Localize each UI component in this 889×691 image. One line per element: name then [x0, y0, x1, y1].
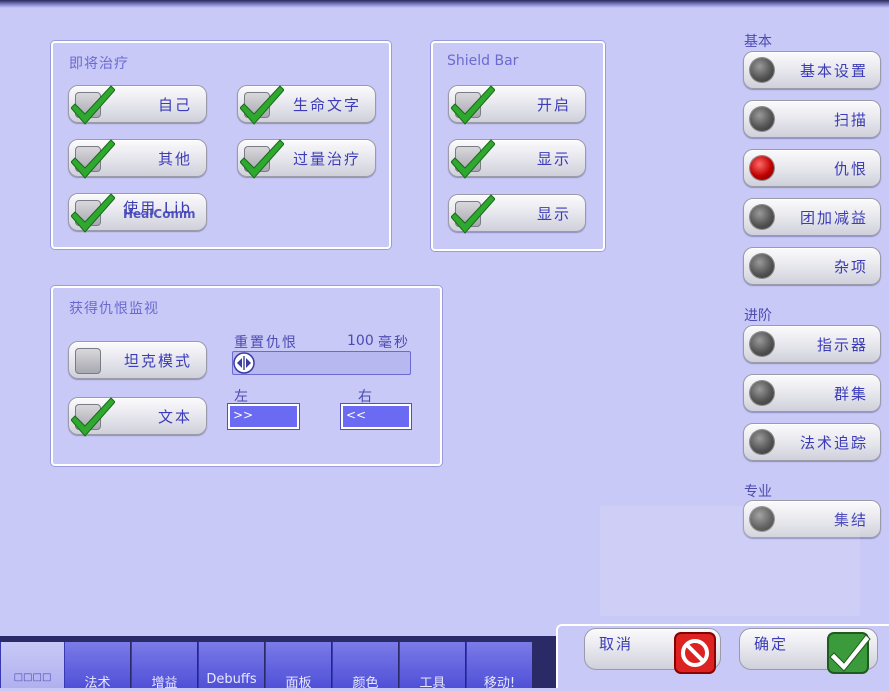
checkbox-label: 显示	[536, 205, 571, 223]
ok-label: 确定	[754, 635, 789, 653]
tab-label: Debuffs	[206, 672, 257, 687]
reset-threat-value: 100	[347, 333, 374, 349]
sidebar-item-label: 群集	[833, 385, 868, 403]
checkbox-sublabel: HealComm	[123, 207, 196, 221]
sidebar-item-indicators[interactable]: 指示器	[743, 325, 881, 363]
checkbox-shield-enable[interactable]: 开启	[448, 85, 586, 125]
checkbox-others[interactable]: 其他	[68, 139, 207, 179]
sidebar-item-label: 法术追踪	[799, 434, 868, 452]
sidebar-item-label: 基本设置	[799, 62, 868, 80]
tab-0[interactable]: □□□□	[0, 642, 64, 688]
tab-label: 法术	[84, 676, 111, 691]
ok-button[interactable]: 确定	[739, 628, 878, 674]
left-label: 左	[234, 389, 248, 405]
radio-dot-icon	[750, 381, 774, 405]
checkbox-label: 过量治疗	[292, 150, 361, 168]
checkbox-label: 其他	[157, 150, 192, 168]
tab-label: 面板	[285, 676, 312, 691]
checkbox-label: 显示	[536, 150, 571, 168]
tab-label: 工具	[419, 676, 446, 691]
checkmark-icon	[451, 194, 495, 234]
tab-buffs[interactable]: 增益	[131, 642, 197, 691]
checkmark-icon	[240, 139, 284, 179]
sidebar-item-basic-settings[interactable]: 基本设置	[743, 51, 881, 89]
right-text-input[interactable]: <<	[341, 404, 411, 429]
radio-dot-icon	[750, 254, 774, 278]
checkbox-label: 开启	[536, 96, 571, 114]
checkbox-label: 文本	[157, 408, 192, 426]
checkbox-overheal[interactable]: 过量治疗	[237, 139, 376, 179]
checkmark-icon	[451, 139, 495, 179]
slider-thumb-icon[interactable]	[233, 352, 255, 374]
left-text-input[interactable]: >>	[228, 404, 299, 429]
sidebar-section-pro: 专业	[744, 484, 772, 500]
checkbox-shield-show-2[interactable]: 显示	[448, 194, 586, 234]
checkbox-threat-text[interactable]: 文本	[68, 397, 207, 437]
sidebar-item-buffs[interactable]: 团加减益	[743, 198, 881, 236]
sidebar-section-basic: 基本	[744, 34, 772, 50]
tab-label: 颜色	[352, 676, 379, 691]
checkmark-icon	[71, 85, 115, 125]
sidebar-item-spell-tracking[interactable]: 法术追踪	[743, 423, 881, 461]
checkbox-label: 坦克模式	[123, 352, 192, 370]
sidebar-item-label: 杂项	[833, 258, 868, 276]
sidebar-item-label: 团加减益	[799, 209, 868, 227]
sidebar-item-scan[interactable]: 扫描	[743, 100, 881, 138]
tab-tools[interactable]: 工具	[399, 642, 465, 691]
radio-dot-icon	[750, 205, 774, 229]
checkmark-icon	[240, 85, 284, 125]
tab-panels[interactable]: 面板	[265, 642, 331, 691]
confirm-check-icon	[827, 632, 871, 674]
checkbox-tank-mode[interactable]: 坦克模式	[68, 341, 207, 379]
incoming-heal-title: 即将治疗	[69, 56, 129, 72]
checkbox-self[interactable]: 自己	[68, 85, 207, 125]
sidebar-section-advanced: 进阶	[744, 308, 772, 324]
reset-threat-slider[interactable]	[232, 351, 411, 375]
checkbox-shield-show-1[interactable]: 显示	[448, 139, 586, 179]
sidebar-item-label: 扫描	[833, 111, 868, 129]
checkmark-icon	[71, 193, 115, 233]
sidebar-item-misc[interactable]: 杂项	[743, 247, 881, 285]
tab-spells[interactable]: 法术	[64, 642, 130, 691]
checkbox-label: 生命文字	[292, 96, 361, 114]
checkbox-health-text[interactable]: 生命文字	[237, 85, 376, 125]
tab-move[interactable]: 移动!	[466, 642, 532, 691]
radio-dot-icon	[750, 107, 774, 131]
checkbox-box	[75, 348, 101, 374]
window-top-border	[0, 0, 889, 8]
checkmark-icon	[451, 85, 495, 125]
radio-dot-icon	[750, 332, 774, 356]
sidebar-item-label: 指示器	[816, 336, 868, 354]
watermark-logo	[600, 506, 860, 616]
radio-dot-active-icon	[750, 156, 774, 180]
sidebar-item-threat[interactable]: 仇恨	[743, 149, 881, 187]
cancel-button[interactable]: 取消	[584, 628, 721, 674]
sidebar-item-clusters[interactable]: 群集	[743, 374, 881, 412]
checkmark-icon	[71, 139, 115, 179]
right-label: 右	[358, 389, 372, 405]
threat-title: 获得仇恨监视	[69, 301, 159, 317]
tab-label: 移动!	[483, 676, 516, 691]
tab-colors[interactable]: 颜色	[332, 642, 398, 691]
reset-threat-unit: 毫秒	[378, 335, 410, 351]
radio-dot-icon	[750, 430, 774, 454]
tab-debuffs[interactable]: Debuffs	[198, 642, 264, 688]
shield-bar-title: Shield Bar	[447, 53, 519, 69]
checkmark-icon	[71, 397, 115, 437]
checkbox-use-lib[interactable]: 使用 Lib HealComm	[68, 193, 207, 233]
sidebar-item-label: 仇恨	[833, 160, 868, 178]
tab-label: □□□□	[13, 672, 52, 683]
checkbox-label: 自己	[157, 96, 192, 114]
radio-dot-icon	[750, 58, 774, 82]
cancel-label: 取消	[599, 635, 634, 653]
reset-threat-label: 重置仇恨	[234, 335, 298, 351]
tab-label: 增益	[151, 676, 178, 691]
cancel-icon	[674, 632, 716, 674]
